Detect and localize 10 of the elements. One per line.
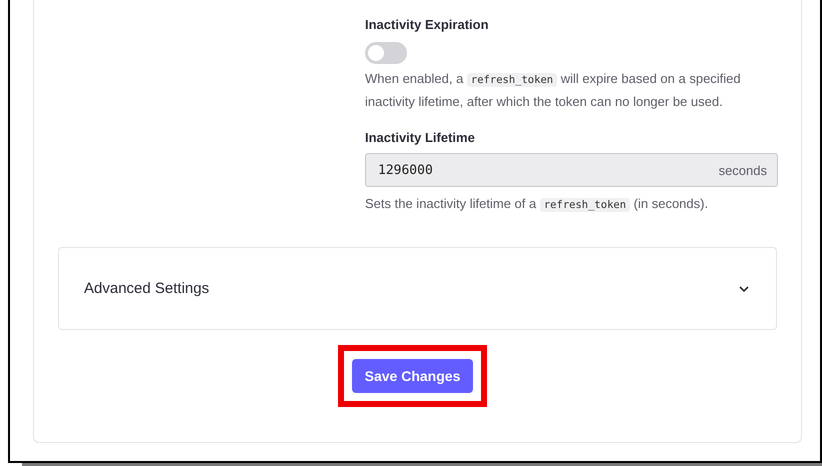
help-text: When enabled, a refresh_token will expire based on a specified inactivity lifetime, after which the token can no longer be used.: [365, 70, 742, 111]
accordion-header[interactable]: Advanced Settings: [58, 247, 777, 330]
field-label: Inactivity Lifetime: [365, 130, 476, 145]
save-button[interactable]: Save Changes: [352, 359, 474, 393]
accordion-title: Advanced Settings: [84, 280, 210, 297]
chevron-icon: [738, 284, 750, 292]
help-text: Sets the inactivity lifetime of a refresh_token (in seconds).: [365, 195, 710, 214]
field-label: Inactivity Expiration: [365, 17, 490, 32]
toggle-switch[interactable]: [365, 42, 407, 64]
input-field[interactable]: 1296000 seconds: [365, 153, 778, 187]
